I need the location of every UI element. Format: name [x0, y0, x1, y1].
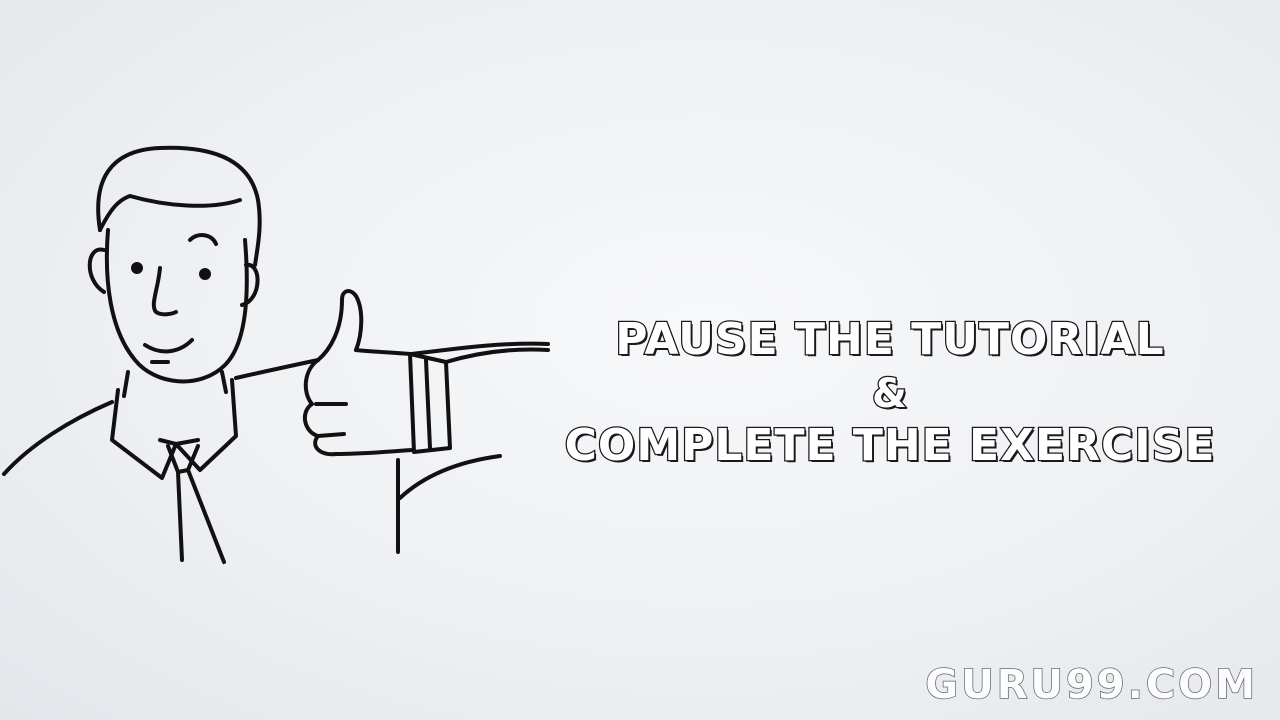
- slide: PAUSE THE TUTORIAL & COMPLETE THE EXERCI…: [0, 0, 1280, 720]
- message-line-ampersand: &: [871, 371, 908, 417]
- mouth: [143, 338, 194, 354]
- message-line-complete: COMPLETE THE EXERCISE: [563, 420, 1216, 471]
- left-shoulder: [2, 400, 114, 476]
- arm-upper: [444, 347, 550, 364]
- right-eye: [199, 268, 211, 280]
- man-thumbs-up-illustration: [2, 145, 550, 564]
- eyebrow: [188, 233, 218, 246]
- left-ear: [87, 247, 106, 294]
- instruction-message: PAUSE THE TUTORIAL & COMPLETE THE EXERCI…: [555, 314, 1225, 471]
- left-eye: [131, 262, 143, 274]
- fingers: [302, 358, 414, 457]
- hair-line: [98, 194, 242, 232]
- message-line-pause: PAUSE THE TUTORIAL: [614, 314, 1165, 365]
- guru99-watermark: GURU99.COM: [925, 661, 1258, 709]
- face-outline: [104, 228, 249, 384]
- nose: [151, 266, 178, 317]
